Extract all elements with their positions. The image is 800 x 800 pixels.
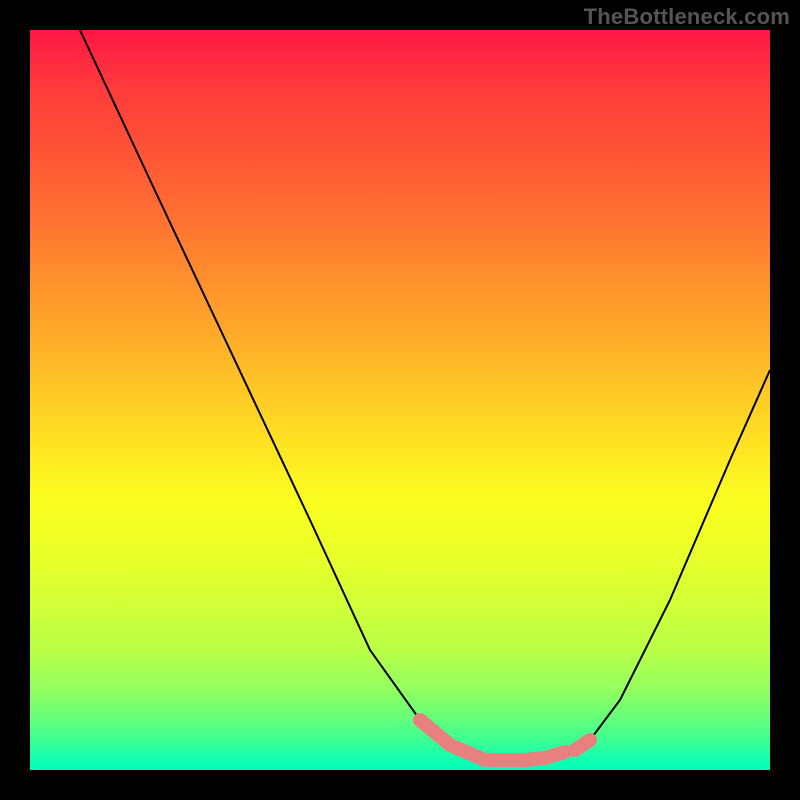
chart-stage: TheBottleneck.com: [0, 0, 800, 800]
watermark-text: TheBottleneck.com: [584, 4, 790, 30]
chart-svg: [30, 30, 770, 770]
pink-right-ascent: [575, 740, 590, 750]
pink-left-descent: [420, 720, 485, 760]
black-curve: [80, 30, 770, 760]
pink-bottom: [485, 752, 565, 760]
plot-area: [30, 30, 770, 770]
